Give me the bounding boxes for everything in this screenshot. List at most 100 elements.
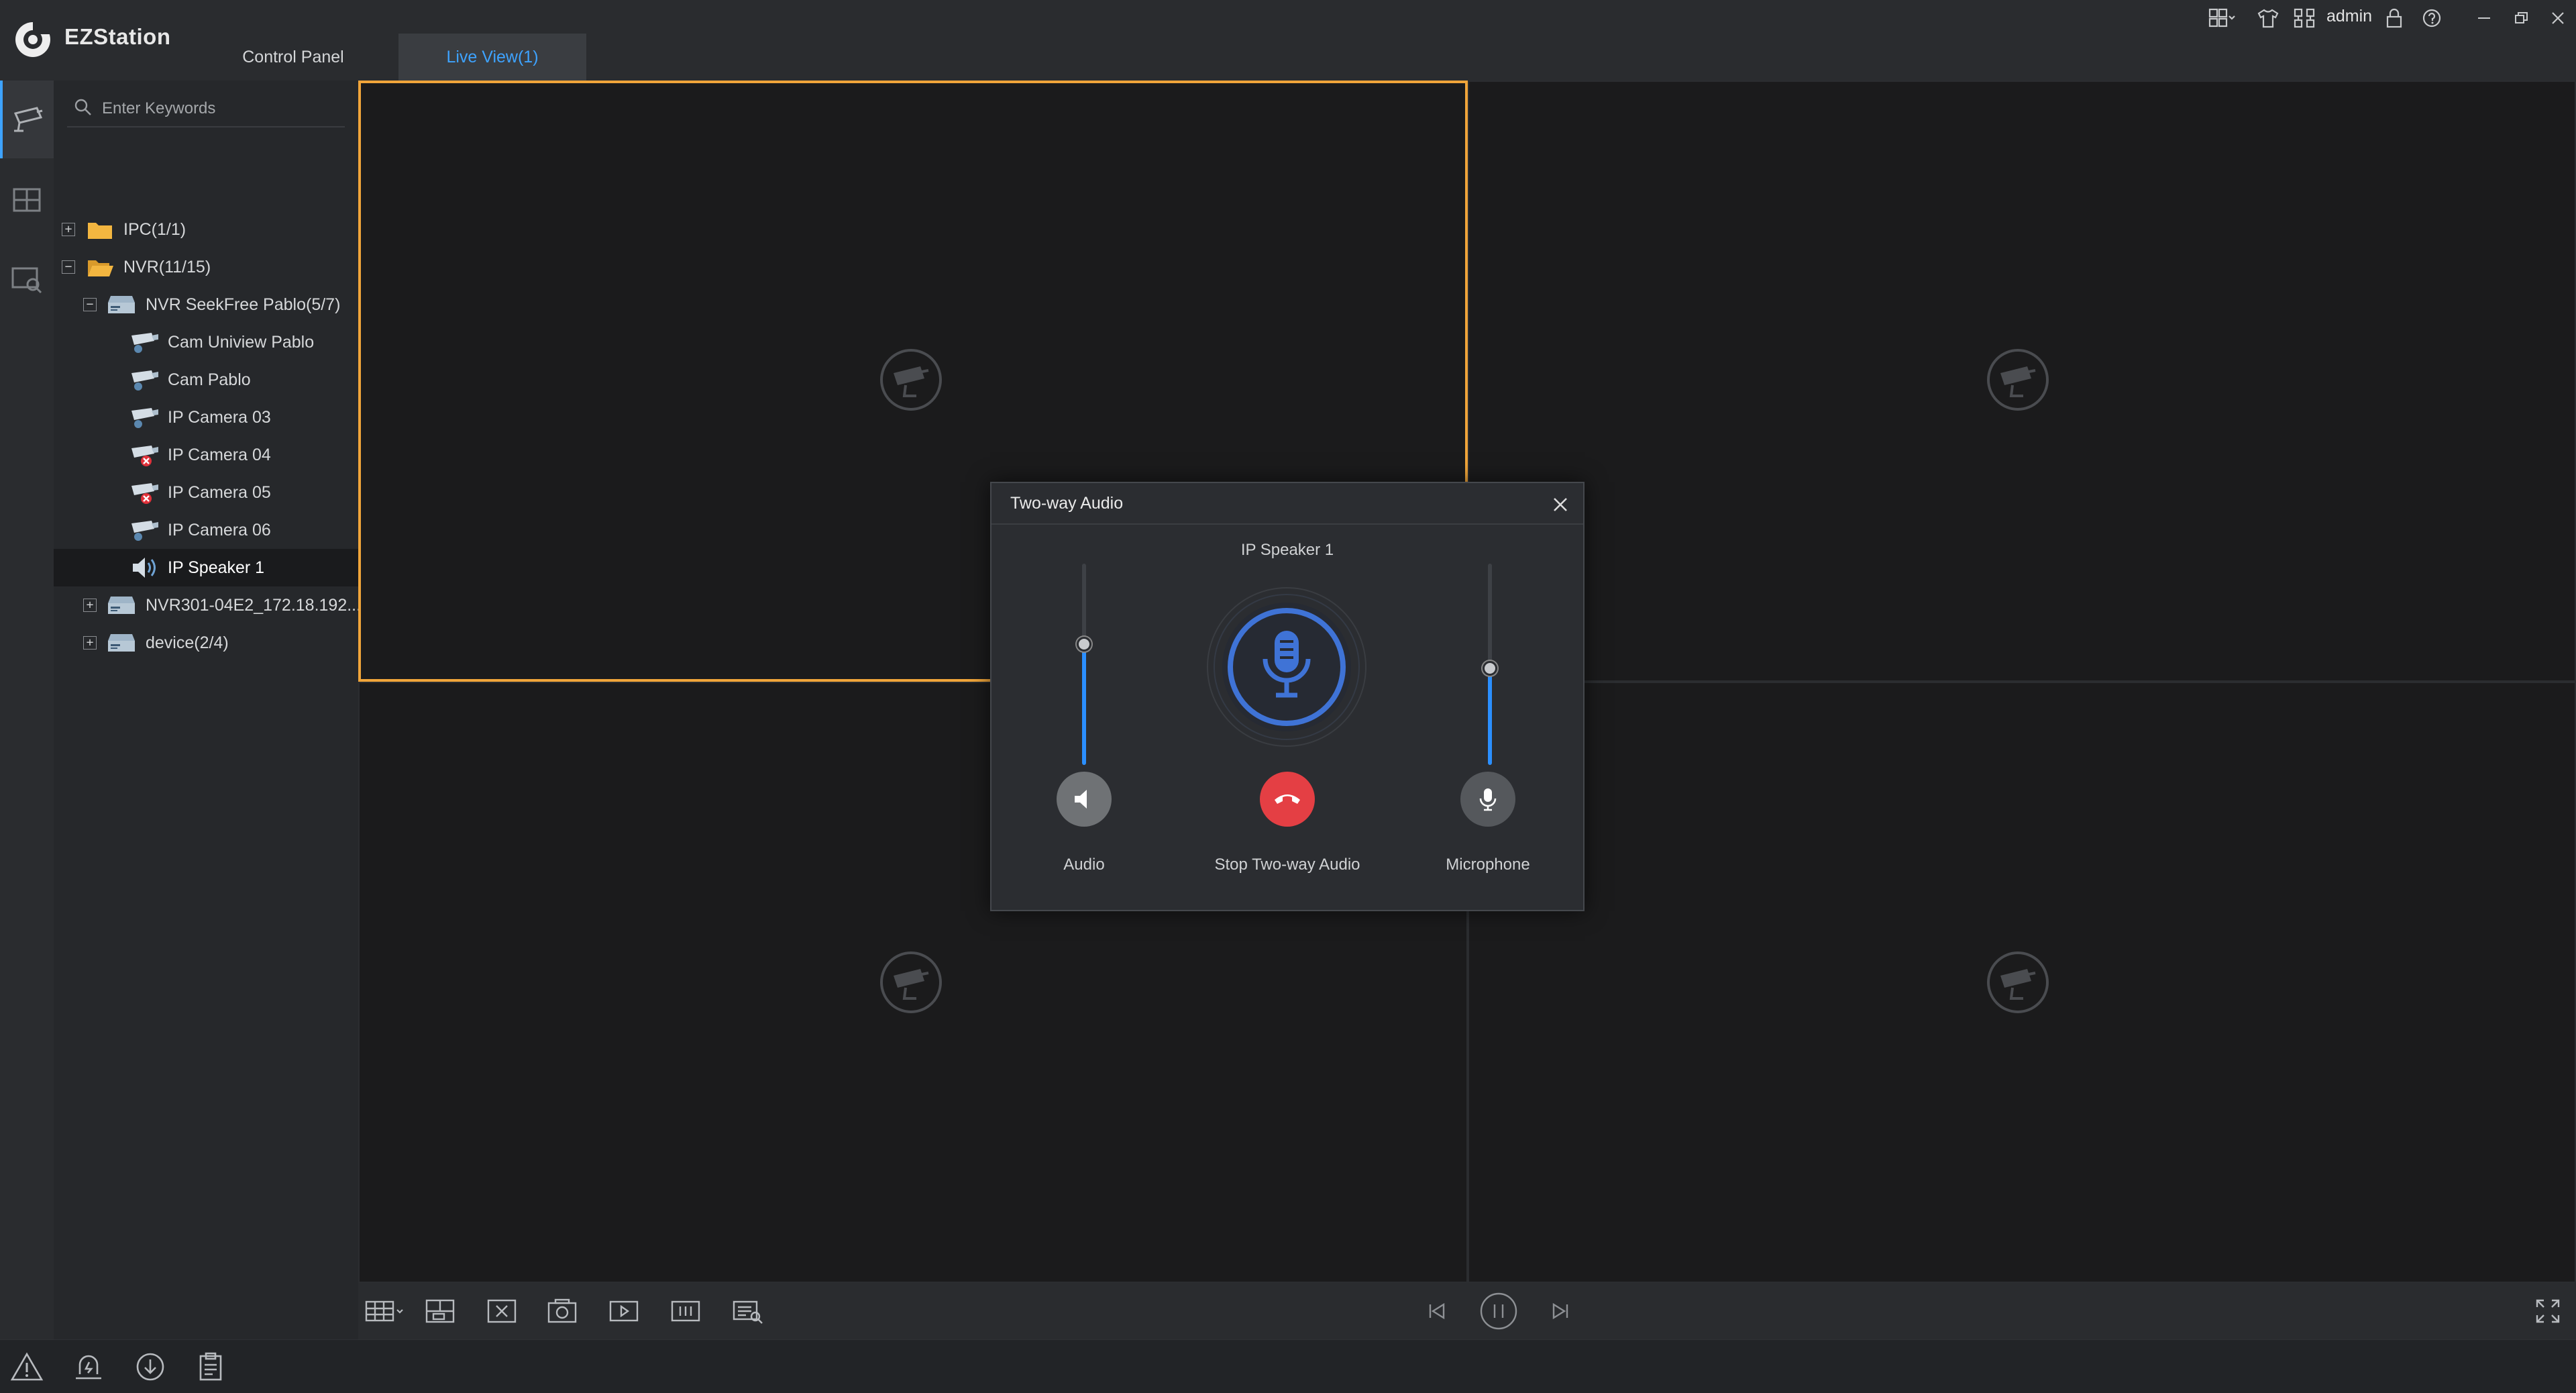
no-video-camera-icon: [880, 349, 942, 411]
camera-icon: [129, 517, 160, 544]
download-button[interactable]: [130, 1348, 170, 1386]
clipboard-icon: [199, 1352, 222, 1381]
custom-layout-button[interactable]: [421, 1294, 459, 1329]
microphone-label: Microphone: [1446, 856, 1530, 874]
pause-icon: [1480, 1292, 1517, 1330]
stop-video-icon: [671, 1300, 700, 1322]
tree-item-nvr-group[interactable]: − NVR(11/15): [54, 248, 358, 286]
tree-item-nvr301[interactable]: + NVR301-04E2_172.18.192....: [54, 586, 366, 624]
minimize-icon[interactable]: [2469, 3, 2500, 34]
tree-item-camera[interactable]: IP Camera 03: [54, 399, 358, 436]
download-icon: [136, 1353, 164, 1381]
camera-icon: [129, 366, 160, 393]
alarm-light-icon: [76, 1355, 101, 1380]
username[interactable]: admin: [2326, 7, 2372, 26]
tab-live-view[interactable]: Live View(1): [398, 34, 586, 81]
audio-toggle-button[interactable]: [1057, 772, 1112, 827]
tree-item-ipc[interactable]: + IPC(1/1): [54, 211, 358, 248]
tree-item-label: Cam Uniview Pablo: [168, 332, 315, 352]
sequence-button[interactable]: [729, 1294, 766, 1329]
microphone-volume-fill: [1488, 668, 1492, 765]
search-input[interactable]: [102, 94, 337, 123]
fullscreen-button[interactable]: [2529, 1294, 2567, 1329]
snapshot-icon: [547, 1298, 577, 1323]
tab-control-panel[interactable]: Control Panel: [221, 34, 365, 81]
tree-item-speaker[interactable]: IP Speaker 1: [54, 549, 358, 586]
tree-item-camera[interactable]: Cam Uniview Pablo: [54, 323, 358, 361]
speaker-volume-icon: [1075, 790, 1087, 809]
tree-item-camera[interactable]: IP Camera 05: [54, 474, 358, 511]
expand-toggle[interactable]: +: [83, 636, 97, 650]
nav-live-view-button[interactable]: [0, 81, 54, 158]
layout-nav-icon: [13, 188, 41, 212]
talking-microphone-icon: [1207, 587, 1366, 747]
audio-volume-slider[interactable]: [1077, 564, 1091, 765]
tree-item-label: NVR(11/15): [123, 257, 211, 276]
search-box: [67, 90, 345, 127]
microphone-volume-slider[interactable]: [1483, 564, 1497, 765]
pause-button[interactable]: [1479, 1290, 1519, 1333]
live-view-toolbar: [358, 1283, 2576, 1339]
title-bar: EZStation Control Panel Live View(1) adm…: [0, 0, 2576, 81]
tree-item-label: IP Camera 05: [168, 482, 271, 502]
snapshot-button[interactable]: [543, 1294, 581, 1329]
nvr-icon: [106, 592, 137, 619]
layout-menu-icon[interactable]: [2207, 3, 2238, 34]
camera-offline-icon: [129, 479, 160, 506]
tree-item-device[interactable]: + device(2/4): [54, 624, 358, 662]
dialog-title: Two-way Audio: [1010, 494, 1124, 513]
lock-icon[interactable]: [2379, 3, 2410, 34]
expand-toggle[interactable]: +: [62, 223, 75, 236]
close-window-icon[interactable]: [2542, 3, 2573, 34]
tree-item-camera[interactable]: Cam Pablo: [54, 361, 358, 399]
no-video-camera-icon: [1987, 349, 2049, 411]
alarm-light-button[interactable]: [68, 1348, 109, 1386]
previous-button[interactable]: [1418, 1294, 1456, 1329]
collapse-toggle[interactable]: −: [62, 260, 75, 274]
no-video-camera-icon: [1987, 951, 2049, 1013]
restore-icon[interactable]: [2506, 3, 2537, 34]
record-button[interactable]: [605, 1294, 643, 1329]
close-icon: [1554, 498, 1567, 511]
stop-two-way-audio-button[interactable]: [1260, 772, 1315, 827]
screen-layout-button[interactable]: [361, 1294, 408, 1329]
search-record-nav-icon: [11, 267, 42, 294]
tree-item-nvr-seekfree[interactable]: − NVR SeekFree Pablo(5/7): [54, 286, 358, 323]
tree-item-label: NVR301-04E2_172.18.192....: [146, 595, 366, 615]
nvr-icon: [106, 629, 137, 656]
microphone-volume-thumb[interactable]: [1483, 661, 1497, 676]
ezstation-logo-icon: [15, 22, 50, 57]
nvr-icon: [106, 291, 137, 318]
search-icon: [74, 99, 91, 115]
help-icon[interactable]: [2416, 3, 2447, 34]
dialog-divider: [991, 523, 1583, 525]
expand-toggle[interactable]: +: [83, 599, 97, 612]
next-button[interactable]: [1542, 1294, 1579, 1329]
dialog-device-name: IP Speaker 1: [1240, 541, 1334, 559]
nav-layout-button[interactable]: [0, 161, 54, 239]
folder-open-icon: [85, 254, 115, 280]
nav-playback-button[interactable]: [0, 242, 54, 319]
microphone-toggle-button[interactable]: [1460, 772, 1515, 827]
tree-item-camera[interactable]: IP Camera 04: [54, 436, 358, 474]
video-pane-2[interactable]: [1468, 81, 2576, 682]
audio-volume-thumb[interactable]: [1077, 637, 1091, 652]
grid-layout-icon: [365, 1300, 403, 1322]
skip-next-icon: [1552, 1302, 1568, 1320]
skin-shirt-icon[interactable]: [2253, 3, 2284, 34]
close-all-button[interactable]: [483, 1294, 521, 1329]
task-list-button[interactable]: [191, 1348, 231, 1386]
network-topology-icon[interactable]: [2289, 3, 2320, 34]
warning-icon: [10, 1352, 44, 1381]
stop-all-video-button[interactable]: [667, 1294, 704, 1329]
dialog-close-button[interactable]: [1547, 491, 1574, 518]
fullscreen-icon: [2536, 1299, 2560, 1323]
alarm-button[interactable]: [7, 1348, 47, 1386]
collapse-toggle[interactable]: −: [83, 298, 97, 311]
tree-item-label: IP Camera 06: [168, 520, 271, 539]
tree-item-label: NVR SeekFree Pablo(5/7): [146, 295, 341, 314]
app-title: EZStation: [64, 24, 171, 49]
sequence-icon: [733, 1300, 763, 1324]
video-pane-4[interactable]: [1468, 682, 2576, 1283]
tree-item-camera[interactable]: IP Camera 06: [54, 511, 358, 549]
